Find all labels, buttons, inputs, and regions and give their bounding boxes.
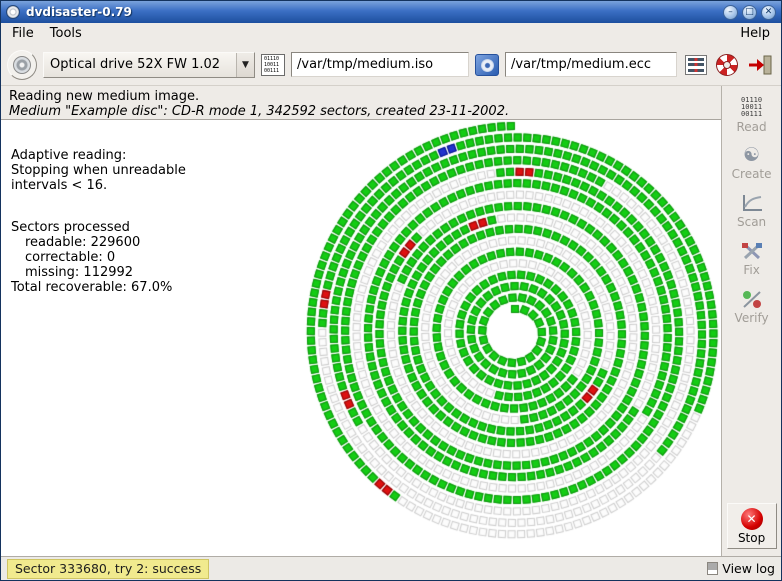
log-file-icon bbox=[707, 562, 718, 575]
adaptive-reading-line2: intervals < 16. bbox=[11, 178, 186, 193]
scan-button-label: Scan bbox=[737, 215, 766, 229]
quit-icon[interactable] bbox=[747, 54, 773, 76]
window-controls: – □ ✕ bbox=[723, 5, 776, 20]
scan-chart-icon bbox=[741, 194, 763, 213]
stop-button-label: Stop bbox=[738, 531, 765, 545]
left-column: Reading new medium image. Medium "Exampl… bbox=[1, 86, 721, 556]
optical-disc-icon bbox=[13, 56, 31, 74]
preferences-icon[interactable] bbox=[685, 55, 707, 75]
content: Reading new medium image. Medium "Exampl… bbox=[1, 86, 781, 556]
titlebar[interactable]: dvdisaster-0.79 – □ ✕ bbox=[1, 1, 781, 23]
sector-spiral bbox=[300, 120, 721, 548]
toolbar-right-group bbox=[685, 54, 775, 76]
drive-select[interactable]: Optical drive 52X FW 1.02 ▼ bbox=[43, 52, 255, 78]
scan-button[interactable]: Scan bbox=[725, 188, 779, 234]
drive-select-value: Optical drive 52X FW 1.02 bbox=[44, 57, 236, 72]
sectors-processed-title: Sectors processed bbox=[11, 220, 186, 235]
status-header-line1: Reading new medium image. bbox=[9, 89, 713, 104]
create-button[interactable]: ☯ Create bbox=[725, 140, 779, 186]
view-log-label: View log bbox=[722, 561, 775, 576]
drive-button[interactable] bbox=[7, 50, 37, 80]
yin-yang-icon: ☯ bbox=[743, 145, 760, 165]
app-window: dvdisaster-0.79 – □ ✕ File Tools Help Op… bbox=[0, 0, 782, 581]
read-button-label: Read bbox=[737, 120, 767, 134]
stop-button[interactable]: ✕ Stop bbox=[727, 503, 777, 549]
image-file-icon: 01110 10011 00111 bbox=[261, 54, 285, 76]
status-header: Reading new medium image. Medium "Exampl… bbox=[1, 86, 721, 120]
close-button[interactable]: ✕ bbox=[761, 5, 776, 20]
create-button-label: Create bbox=[732, 167, 772, 181]
binary-read-icon: 01110 10011 00111 bbox=[741, 97, 762, 118]
ecc-file-icon bbox=[475, 54, 499, 76]
app-icon bbox=[6, 5, 20, 19]
minimize-button[interactable]: – bbox=[723, 5, 738, 20]
sectors-correctable: correctable: 0 bbox=[11, 250, 186, 265]
read-button[interactable]: 01110 10011 00111 Read bbox=[725, 92, 779, 138]
adaptive-reading-line1: Stopping when unreadable bbox=[11, 163, 186, 178]
status-message: Sector 333680, try 2: success bbox=[7, 559, 209, 579]
reading-stats: Adaptive reading: Stopping when unreadab… bbox=[11, 148, 186, 295]
action-sidebar: 01110 10011 00111 Read ☯ Create Scan bbox=[721, 86, 781, 556]
view-log-button[interactable]: View log bbox=[707, 561, 775, 576]
fix-tools-icon bbox=[741, 242, 763, 261]
verify-icon bbox=[741, 290, 763, 309]
ecc-path-input[interactable] bbox=[505, 52, 677, 77]
menubar: File Tools Help bbox=[1, 23, 781, 44]
sectors-readable: readable: 229600 bbox=[11, 235, 186, 250]
verify-button[interactable]: Verify bbox=[725, 284, 779, 330]
help-lifebuoy-icon[interactable] bbox=[716, 54, 738, 76]
fix-button-label: Fix bbox=[743, 263, 759, 277]
total-recoverable: Total recoverable: 67.0% bbox=[11, 280, 186, 295]
window-title: dvdisaster-0.79 bbox=[26, 5, 132, 19]
stop-icon: ✕ bbox=[741, 508, 763, 530]
fix-button[interactable]: Fix bbox=[725, 236, 779, 282]
menu-file[interactable]: File bbox=[4, 24, 42, 43]
reading-area: Adaptive reading: Stopping when unreadab… bbox=[1, 120, 721, 556]
chevron-down-icon: ▼ bbox=[236, 53, 254, 77]
status-header-line2: Medium "Example disc": CD-R mode 1, 3425… bbox=[9, 104, 713, 119]
binary-line: 00111 bbox=[264, 68, 279, 74]
adaptive-reading-title: Adaptive reading: bbox=[11, 148, 186, 163]
verify-button-label: Verify bbox=[735, 311, 769, 325]
toolbar: Optical drive 52X FW 1.02 ▼ 01110 10011 … bbox=[1, 44, 781, 86]
maximize-button[interactable]: □ bbox=[742, 5, 757, 20]
menu-tools[interactable]: Tools bbox=[42, 24, 90, 43]
menu-help[interactable]: Help bbox=[732, 24, 778, 43]
sectors-missing: missing: 112992 bbox=[11, 265, 186, 280]
statusbar: Sector 333680, try 2: success View log bbox=[1, 556, 781, 580]
iso-path-input[interactable] bbox=[291, 52, 469, 77]
